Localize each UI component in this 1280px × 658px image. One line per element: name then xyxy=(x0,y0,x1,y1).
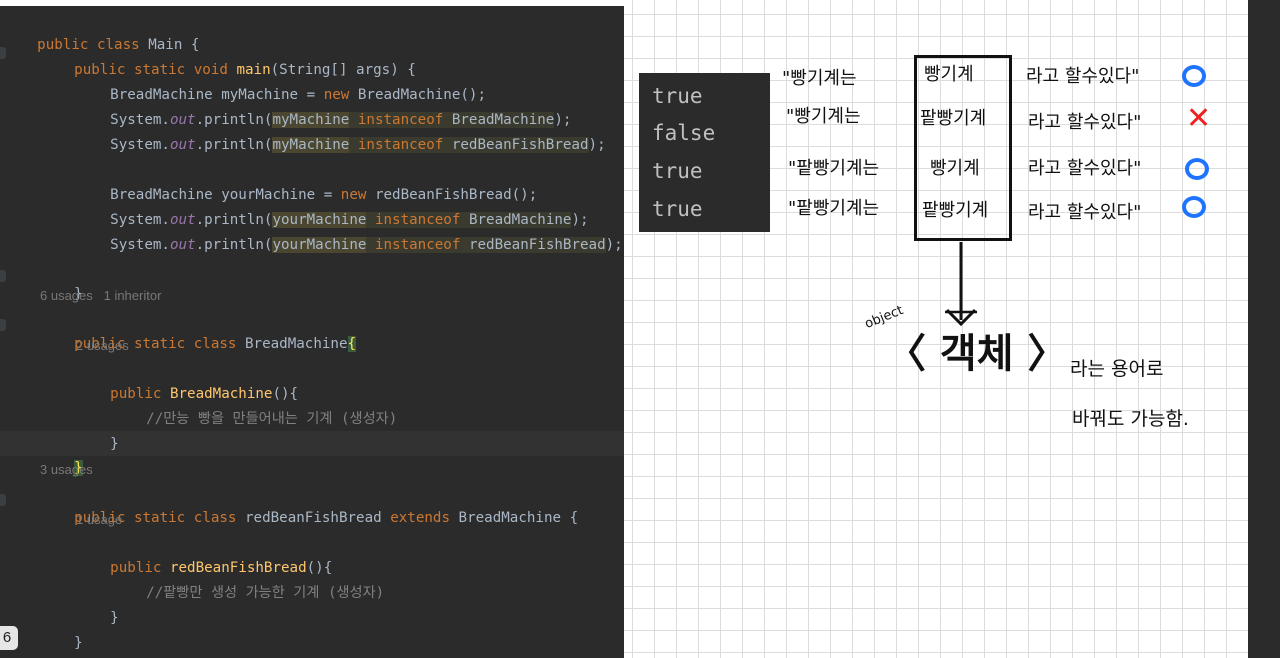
usages-hint[interactable]: 3 usages xyxy=(40,457,93,482)
console-line: false xyxy=(652,121,716,145)
code-type: redBeanFishBread xyxy=(443,137,589,153)
code-line[interactable]: System.out.println(myMachine instanceof … xyxy=(76,83,571,128)
code-line[interactable]: public BreadMachine(){ xyxy=(76,357,298,402)
note-canvas[interactable]: true false true true "빵기계는 빵기계 라고 할수있다" … xyxy=(624,0,1248,658)
circle-mark-icon xyxy=(1185,158,1209,180)
row-ending: 라고 할수있다" xyxy=(1026,66,1140,87)
console-output-screenshot: true false true true xyxy=(639,73,770,232)
code-text: .println( xyxy=(195,137,273,153)
code-line[interactable]: public static class redBeanFishBread ext… xyxy=(40,481,578,526)
term-line2: 바꿔도 가능함. xyxy=(1072,408,1189,430)
code-text: } xyxy=(74,635,83,651)
code-line[interactable]: System.out.println(yourMachine instanceo… xyxy=(76,208,623,253)
code-text: ); xyxy=(588,137,606,153)
matched-brace: { xyxy=(347,336,357,352)
code-keyword: instanceof xyxy=(349,137,444,153)
code-variable: myMachine xyxy=(272,137,350,153)
right-edge-panel xyxy=(1248,0,1280,658)
code-line[interactable]: System.out.println(yourMachine instanceo… xyxy=(76,183,589,228)
code-line[interactable]: } xyxy=(76,407,119,452)
code-line[interactable]: BreadMachine yourMachine = new redBeanFi… xyxy=(76,158,537,203)
row-subject: "빵기계는 xyxy=(782,68,857,89)
console-line: true xyxy=(652,84,703,108)
usages-hint[interactable]: 6 usages 1 inheritor xyxy=(40,283,161,308)
console-line: true xyxy=(652,197,703,221)
code-type: redBeanFishBread xyxy=(460,237,606,253)
code-text: } xyxy=(110,610,119,626)
code-text: .println( xyxy=(195,237,273,253)
code-text: System. xyxy=(110,137,170,153)
gutter-fold-marker[interactable] xyxy=(0,494,6,506)
object-label: object xyxy=(862,303,906,332)
row-ending: 라고 할수있다" xyxy=(1028,202,1142,223)
cross-mark-icon: ✕ xyxy=(1186,101,1212,136)
code-line[interactable]: } xyxy=(40,257,83,302)
code-keyword: extends xyxy=(390,510,451,526)
code-line[interactable]: public static void main(String[] args) { xyxy=(40,33,416,78)
term-object: 〈 객체 〉 xyxy=(886,331,1068,377)
row-subject: "빵기계는 xyxy=(786,106,861,127)
code-comment: //만능 빵을 만들어내는 기계 (생성자) xyxy=(146,411,398,427)
code-line[interactable]: //만능 빵을 만들어내는 기계 (생성자) xyxy=(112,382,397,427)
circle-mark-icon xyxy=(1182,65,1206,87)
row-subject: "팥빵기계는 xyxy=(788,198,880,219)
code-text: BreadMachine { xyxy=(450,510,579,526)
code-editor[interactable]: public class Main { public static void m… xyxy=(0,6,624,658)
console-line: true xyxy=(652,159,703,183)
code-line[interactable]: public static class BreadMachine{ xyxy=(40,307,357,352)
line-number-badge: 6 xyxy=(0,626,18,650)
code-line[interactable]: } xyxy=(76,581,119,626)
gutter-fold-marker[interactable] xyxy=(0,319,6,331)
code-line[interactable]: public redBeanFishBread(){ xyxy=(76,531,332,576)
code-variable: yourMachine xyxy=(272,237,367,253)
code-keyword: instanceof xyxy=(366,237,461,253)
highlight-box xyxy=(914,55,1012,241)
code-static-field: out xyxy=(169,237,196,253)
row-ending: 라고 할수있다" xyxy=(1028,112,1142,133)
code-text: redBeanFishBread xyxy=(236,510,391,526)
code-line[interactable]: //팥빵만 생성 가능한 기계 (생성자) xyxy=(112,556,384,601)
code-line[interactable]: } xyxy=(40,431,83,476)
code-text: System. xyxy=(110,237,170,253)
code-line[interactable]: } xyxy=(40,606,83,651)
code-comment: //팥빵만 생성 가능한 기계 (생성자) xyxy=(146,585,385,601)
usages-hint[interactable]: 1 usage xyxy=(76,507,122,532)
term-suffix: 라는 용어로 xyxy=(1070,358,1164,380)
usages-hint[interactable]: 2 usages xyxy=(76,333,129,358)
row-ending: 라고 할수있다" xyxy=(1028,158,1142,179)
code-line[interactable]: BreadMachine myMachine = new BreadMachin… xyxy=(76,58,486,103)
code-line[interactable]: System.out.println(myMachine instanceof … xyxy=(76,108,606,153)
down-arrow-icon xyxy=(945,242,977,327)
code-text: BreadMachine xyxy=(236,336,348,352)
gutter-fold-marker[interactable] xyxy=(0,270,6,282)
code-text: ); xyxy=(605,237,623,253)
row-subject: "팥빵기계는 xyxy=(788,158,880,179)
code-text: } xyxy=(110,436,119,452)
code-static-field: out xyxy=(169,137,196,153)
circle-mark-icon xyxy=(1182,196,1206,218)
code-line[interactable]: public class Main { xyxy=(3,8,199,53)
